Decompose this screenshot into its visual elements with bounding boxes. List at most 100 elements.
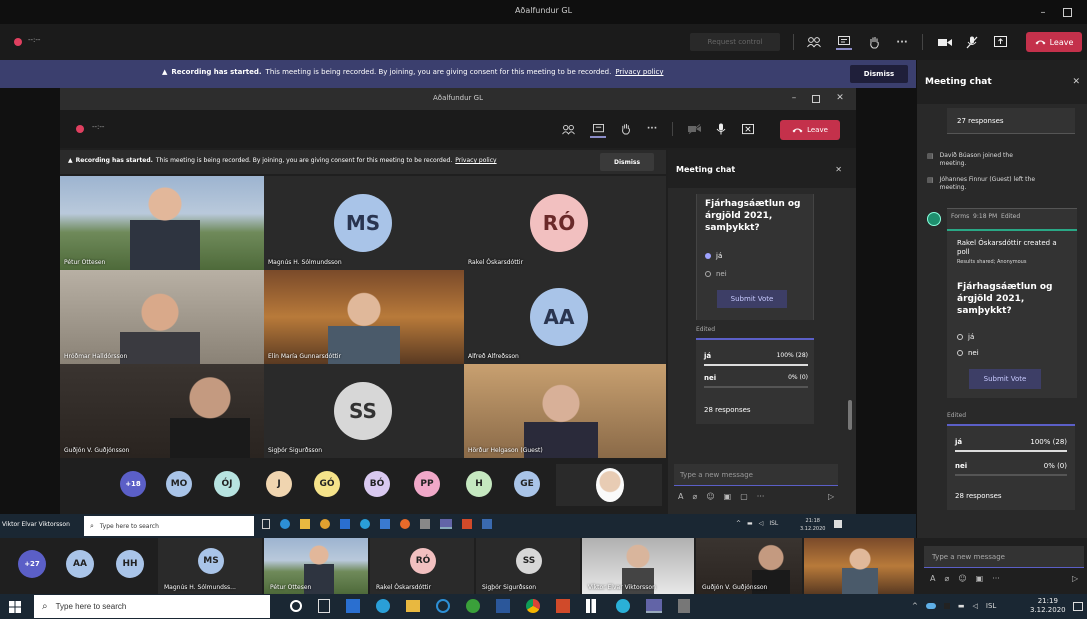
roster-avatar[interactable]: GÓ [314,471,340,497]
skype-icon[interactable] [360,519,370,529]
compose-box[interactable]: Type a new message [674,464,838,486]
more-options-icon[interactable]: ··· [757,492,765,501]
more-options-icon[interactable]: ··· [644,122,660,136]
chrome-icon[interactable] [526,599,540,613]
self-video-preview[interactable] [556,464,662,506]
task-view-icon[interactable] [318,599,330,613]
roster-avatar[interactable]: ÓJ [214,471,240,497]
submit-vote-button[interactable]: Submit Vote [717,290,787,308]
video-tile-hordur[interactable]: Hörður Helgason (Guest) [464,364,666,458]
video-tile-petur[interactable]: Pétur Ottesen [60,176,264,270]
edge-icon[interactable] [616,599,630,613]
mic-icon[interactable] [714,122,728,136]
more-options-icon[interactable]: ··· [992,574,1000,583]
chat-icon[interactable] [836,34,852,50]
volume-icon[interactable]: ◁ [759,520,764,527]
powerpoint-icon[interactable] [462,519,472,529]
strip-tile[interactable]: MS Magnús H. Sólmundss... [158,538,262,594]
task-view-icon[interactable] [262,519,270,529]
format-icon[interactable]: A [678,492,683,501]
strip-tile[interactable] [804,538,914,594]
poll-option[interactable]: já [957,333,974,341]
language-indicator[interactable]: ISL [986,602,996,610]
overflow-participants-pill[interactable]: +18 [120,471,146,497]
chat-compose-box[interactable]: Type a new message [924,546,1084,568]
network-icon[interactable]: ▬ [747,520,753,527]
network-icon[interactable]: ▬ [958,602,965,610]
video-tile-hrodmar[interactable]: Hróðmar Halldórsson [60,270,264,364]
roster-avatar[interactable]: H [466,471,492,497]
dismiss-button[interactable]: Dismiss [600,153,654,171]
format-icon[interactable]: A [930,574,935,583]
skype-icon[interactable] [376,599,390,613]
dismiss-button[interactable]: Dismiss [850,65,908,83]
close-icon[interactable]: ✕ [1072,77,1080,87]
send-icon[interactable]: ▷ [828,492,834,501]
minimize-icon[interactable]: – [788,92,800,104]
poll-option[interactable]: nei [705,270,727,278]
teams-icon[interactable] [646,599,662,613]
xbox-icon[interactable] [466,599,480,613]
leave-button[interactable]: Leave [780,120,840,140]
outlook-icon[interactable] [346,599,360,613]
overflow-participants-pill[interactable]: +27 [18,550,46,578]
attach-icon[interactable]: ⌀ [944,574,949,583]
app-icon[interactable] [482,519,492,529]
raise-hand-icon[interactable] [618,122,634,136]
chevron-up-icon[interactable]: ^ [736,520,741,527]
more-options-icon[interactable]: ··· [894,34,910,50]
powerpoint-icon[interactable] [556,599,570,613]
photos-icon[interactable] [380,519,390,529]
scrollbar[interactable] [848,400,852,430]
calculator-icon[interactable] [678,599,690,613]
roster-avatar[interactable]: AA [66,550,94,578]
send-icon[interactable]: ▷ [1072,574,1078,583]
firefox-icon[interactable] [400,519,410,529]
camera-off-icon[interactable] [686,122,702,136]
notifications-icon[interactable] [834,520,842,528]
roster-avatar[interactable]: BÓ [364,471,390,497]
outlook-icon[interactable] [340,519,350,529]
strip-tile[interactable]: Guðjón V. Guðjónsson [696,538,802,594]
roster-avatar[interactable]: MO [166,471,192,497]
maximize-icon[interactable] [810,93,822,105]
submit-vote-button[interactable]: Submit Vote [969,369,1041,389]
clock[interactable]: 21:19 3.12.2020 [1030,597,1066,615]
attach-icon[interactable]: ⌀ [692,492,697,501]
video-tile-elin[interactable]: Elín María Gunnarsdóttir [264,270,464,364]
privacy-policy-link[interactable]: Privacy policy [455,157,496,164]
video-tile-rakel[interactable]: RÓ Rakel Óskarsdóttir [464,176,666,270]
chat-icon[interactable] [590,122,606,138]
strip-tile[interactable]: SS Sigþór Sigurðsson [476,538,580,594]
leave-button[interactable]: Leave [1026,32,1082,52]
privacy-policy-link[interactable]: Privacy policy [615,68,663,76]
strip-tile[interactable]: Viktor Elvar Viktorsson [582,538,694,594]
participants-icon[interactable] [806,34,822,50]
app-tray-icon[interactable] [943,603,950,609]
poll-option[interactable]: já [705,252,722,260]
mic-off-icon[interactable] [964,34,980,50]
video-tile-sigthor[interactable]: SS Sigþór Sigurðsson [264,364,464,458]
search-box[interactable]: ⌕ Type here to search [84,516,254,536]
notifications-icon[interactable] [1073,602,1083,611]
raise-hand-icon[interactable] [866,34,882,50]
volume-icon[interactable]: ◁ [973,602,978,610]
strip-tile[interactable]: Pétur Ottesen [264,538,368,594]
chart-app-icon[interactable] [586,599,600,613]
camera-icon[interactable] [936,34,954,50]
word-icon[interactable] [496,599,510,613]
strip-tile[interactable]: RÓ Rakel Óskarsdóttir [370,538,474,594]
roster-avatar[interactable]: HH [116,550,144,578]
share-screen-icon[interactable] [992,34,1008,50]
gif-icon[interactable]: ▣ [724,492,732,501]
search-box[interactable]: ⌕ Type here to search [34,595,270,618]
share-screen-icon[interactable] [740,122,756,136]
windows-start-icon[interactable] [8,600,22,614]
roster-avatar[interactable]: GE [514,471,540,497]
emoji-icon[interactable]: ☺ [958,574,966,583]
edge-icon[interactable] [280,519,290,529]
minimize-icon[interactable]: – [1036,6,1050,18]
chevron-up-icon[interactable]: ^ [912,602,918,610]
file-explorer-icon[interactable] [406,600,420,612]
poll-option[interactable]: nei [957,349,979,357]
